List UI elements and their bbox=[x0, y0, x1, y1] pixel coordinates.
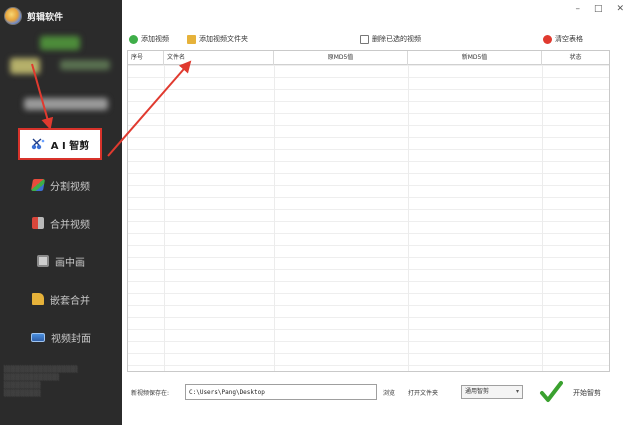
nest-icon bbox=[32, 293, 44, 305]
app-header: 剪辑软件 bbox=[4, 6, 63, 26]
file-table[interactable]: 序号 文件名 原MD5值 新MD5值 状态 bbox=[127, 50, 610, 372]
column-divider bbox=[408, 65, 409, 371]
sidebar-item-cover[interactable]: 视频封面 bbox=[0, 318, 122, 356]
column-divider bbox=[542, 65, 543, 371]
blurred-region bbox=[40, 36, 80, 50]
save-location-label: 新视频保存在: bbox=[131, 390, 170, 397]
sidebar-item-split[interactable]: 分割视频 bbox=[0, 166, 122, 204]
bottom-bar: 新视频保存在: 浏览 打开文件夹 通用智剪 ▾ 开始智剪 bbox=[127, 380, 623, 406]
column-divider bbox=[164, 65, 165, 371]
close-button[interactable]: ✕ bbox=[616, 4, 624, 14]
column-header[interactable]: 文件名 bbox=[164, 51, 274, 65]
sidebar-item-label: 分割视频 bbox=[50, 181, 90, 193]
app-title: 剪辑软件 bbox=[27, 12, 64, 23]
add-folder-label: 添加视频文件夹 bbox=[199, 35, 248, 43]
cover-icon bbox=[31, 332, 45, 342]
sidebar-item-nest[interactable]: 嵌套合并 bbox=[0, 280, 122, 318]
column-header[interactable]: 状态 bbox=[542, 51, 609, 65]
sidebar-item-merge[interactable]: 合并视频 bbox=[0, 204, 122, 242]
blurred-region bbox=[24, 98, 108, 110]
window-controls: – □ ✕ bbox=[575, 4, 624, 14]
table-body bbox=[128, 65, 609, 371]
sidebar-item-pip[interactable]: 画中画 bbox=[0, 242, 122, 280]
delete-icon bbox=[360, 34, 369, 44]
clear-icon bbox=[543, 34, 552, 44]
maximize-button[interactable]: □ bbox=[594, 4, 603, 14]
column-divider bbox=[274, 65, 275, 371]
add-video-button[interactable]: 添加视频 bbox=[129, 34, 169, 44]
checkmark-icon[interactable] bbox=[539, 380, 563, 404]
cut-mode-select[interactable]: 通用智剪 ▾ bbox=[461, 385, 523, 399]
sidebar-item-ai-cut[interactable]: A I 智剪 bbox=[18, 128, 102, 160]
cut-mode-value: 通用智剪 bbox=[465, 388, 490, 395]
sidebar-items: 分割视频 合并视频 画中画 嵌套合并 视频封面 bbox=[0, 166, 122, 356]
column-header[interactable]: 新MD5值 bbox=[408, 51, 542, 65]
table-header: 序号 文件名 原MD5值 新MD5值 状态 bbox=[128, 51, 609, 65]
blurred-region bbox=[60, 60, 110, 70]
clear-table-button[interactable]: 清空表格 bbox=[543, 34, 583, 44]
open-folder-button[interactable]: 打开文件夹 bbox=[408, 388, 438, 397]
sidebar-item-label: 画中画 bbox=[55, 257, 85, 269]
start-cut-button[interactable]: 开始智剪 bbox=[573, 388, 601, 398]
add-video-label: 添加视频 bbox=[141, 35, 169, 43]
column-header[interactable]: 序号 bbox=[128, 51, 164, 65]
minimize-button[interactable]: – bbox=[575, 4, 580, 14]
delete-selected-label: 删除已选的视频 bbox=[372, 35, 421, 43]
ai-scissors-icon bbox=[31, 138, 45, 150]
clear-table-label: 清空表格 bbox=[555, 35, 583, 43]
pip-icon bbox=[37, 255, 49, 267]
sidebar-item-label: 视频封面 bbox=[51, 333, 91, 345]
sidebar-note-blurred: ░░░░░░░░░░░░░░░░ ░░░░░░░░░░░░ ░░░░░░░░ ░░░░… bbox=[4, 366, 78, 397]
toolbar: 添加视频 添加视频文件夹 删除已选的视频 清空表格 bbox=[127, 34, 623, 48]
blurred-region bbox=[10, 58, 40, 74]
split-icon bbox=[30, 179, 46, 191]
delete-selected-button[interactable]: 删除已选的视频 bbox=[360, 34, 421, 44]
add-folder-button[interactable]: 添加视频文件夹 bbox=[187, 34, 248, 44]
sidebar-item-label: 合并视频 bbox=[50, 219, 90, 231]
browse-button[interactable]: 浏览 bbox=[383, 388, 395, 397]
save-path-input[interactable] bbox=[185, 384, 377, 400]
column-header[interactable]: 原MD5值 bbox=[274, 51, 408, 65]
merge-icon bbox=[32, 217, 44, 229]
sidebar-item-label: A I 智剪 bbox=[50, 140, 90, 152]
sidebar: 剪辑软件 A I 智剪 分割视频 合并视频 画中画 嵌套合并 视频封面 ░░░░… bbox=[0, 0, 122, 425]
sidebar-item-label: 嵌套合并 bbox=[50, 295, 90, 307]
chevron-down-icon: ▾ bbox=[515, 388, 519, 395]
folder-icon bbox=[187, 34, 196, 44]
add-icon bbox=[129, 34, 138, 44]
app-logo bbox=[4, 7, 22, 25]
